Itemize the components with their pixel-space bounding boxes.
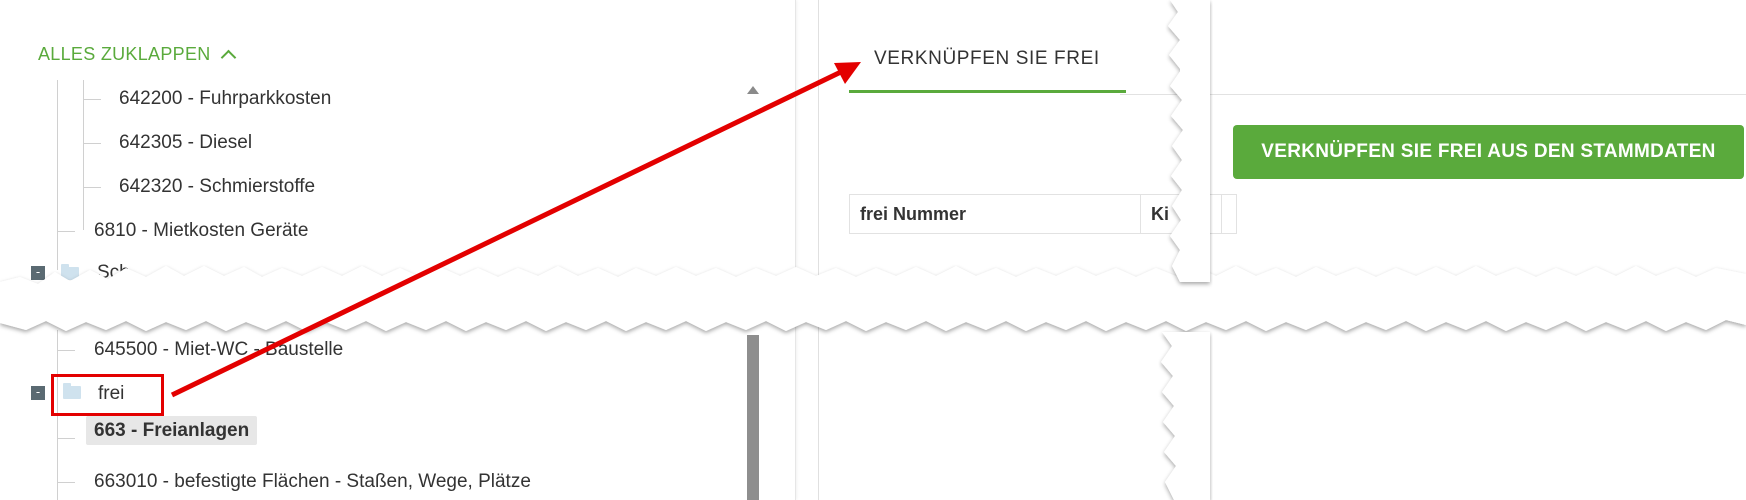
tree-item-selected[interactable]: 663 - Freianlagen [86,416,258,445]
tab-divider [1120,94,1746,95]
tree-item[interactable]: 663010 - befestigte Flächen - Staßen, We… [94,471,531,493]
tree-item-label: 645500 - Miet-WC - Baustelle [94,339,344,360]
tree-guide-line [57,231,75,232]
column-header-frei-nummer[interactable]: frei Nummer [850,195,1141,233]
link-from-master-data-button[interactable]: VERKNÜPFEN SIE FREI AUS DEN STAMMDATEN [1233,125,1744,179]
scroll-up-arrow-icon[interactable] [747,86,759,94]
collapse-all-button[interactable]: ALLES ZUKLAPPEN [38,44,236,66]
tree-item[interactable]: 642305 - Diesel [119,132,252,154]
tree-item-label: 642320 - Schmierstoffe [119,176,316,197]
tree-folder-label[interactable]: Sch [97,262,130,284]
tree-item[interactable]: 642200 - Fuhrparkkosten [119,88,331,110]
tree-item-label: 642200 - Fuhrparkkosten [119,88,332,109]
tear-gap [1180,0,1210,96]
chevron-up-icon [220,49,236,66]
tree-guide-line [57,438,75,439]
scrollbar-thumb[interactable] [747,335,759,500]
collapse-toggle[interactable]: - [31,386,45,400]
tree-guide-line [57,80,58,270]
table-header: frei Nummer Ki [849,194,1237,234]
tree-guide-line [83,99,101,100]
folder-icon [61,264,79,280]
tree-guide-line [83,143,101,144]
tree-guide-line [57,482,75,483]
tree-item[interactable]: 6810 - Mietkosten Geräte [94,220,308,242]
tab-label: VERKNÜPFEN SIE FREI [874,48,1100,69]
detail-panel [818,0,1746,500]
active-tab-indicator [849,90,1126,93]
button-label: VERKNÜPFEN SIE FREI AUS DEN STAMMDATEN [1261,141,1716,162]
tree-guide-line [83,187,101,188]
tab-verknuepfen-frei[interactable]: VERKNÜPFEN SIE FREI [874,48,1100,70]
tree-item-label: 663010 - befestigte Flächen - Staßen, We… [94,471,531,492]
tree-guide-line [57,350,75,351]
tree-item-label: 6810 - Mietkosten Geräte [94,220,309,241]
annotation-highlight-box [51,374,164,416]
collapse-toggle[interactable]: - [31,266,45,280]
tree-panel: ALLES ZUKLAPPEN 642200 - Fuhrparkkosten … [0,0,796,500]
tree-guide-line [83,80,84,230]
column-header-ki[interactable]: Ki [1141,195,1222,233]
tree-item[interactable]: 642320 - Schmierstoffe [119,176,315,198]
tree-item-label: 642305 - Diesel [119,132,253,153]
tree-item[interactable]: 645500 - Miet-WC - Baustelle [94,339,343,361]
collapse-all-label: ALLES ZUKLAPPEN [38,44,211,64]
tree-item-label: 663 - Freianlagen [86,416,258,445]
